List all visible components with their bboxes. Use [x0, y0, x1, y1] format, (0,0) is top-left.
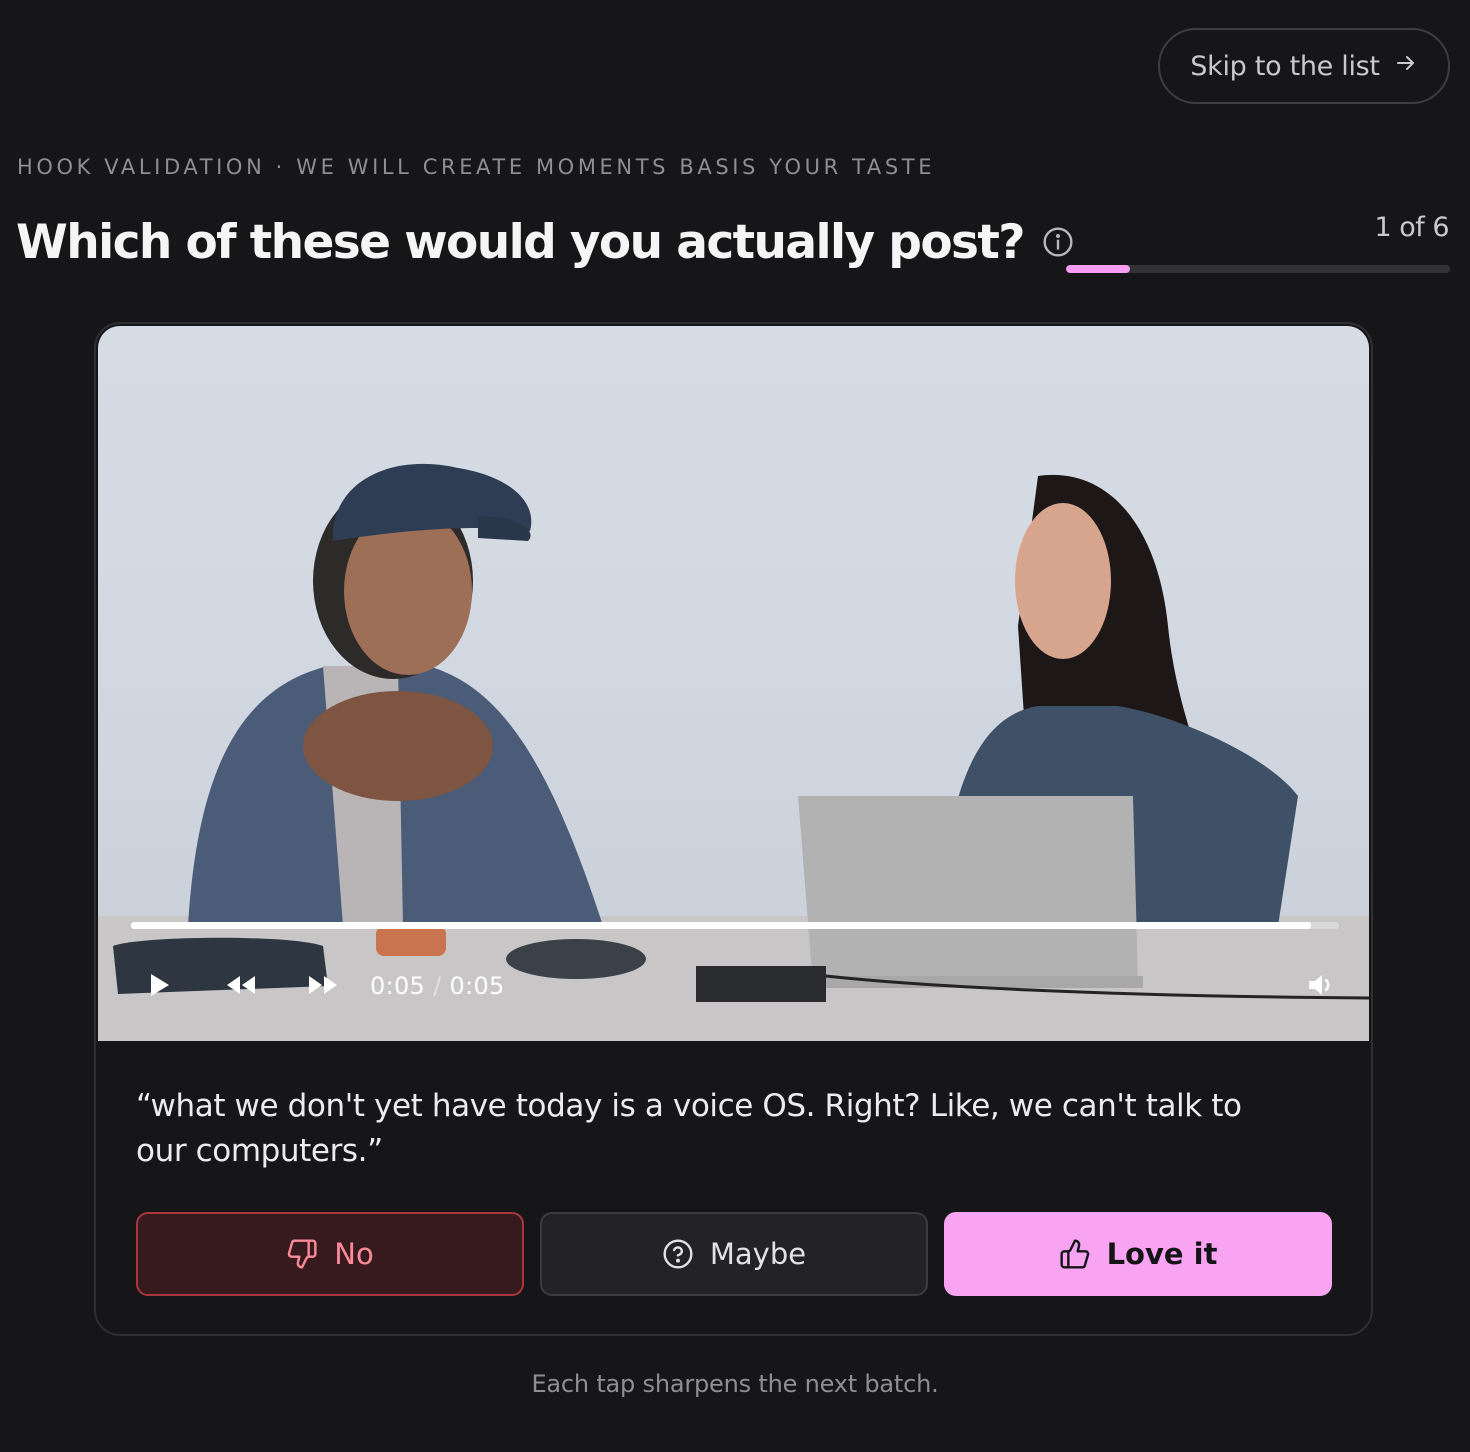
fast-forward-icon[interactable] — [306, 970, 340, 1000]
love-it-label: Love it — [1106, 1237, 1218, 1271]
scrub-bar[interactable] — [131, 922, 1339, 929]
maybe-label: Maybe — [709, 1237, 807, 1271]
time-display: 0:05 / 0:05 — [370, 972, 505, 1000]
love-it-button[interactable]: Love it — [944, 1212, 1332, 1296]
current-time: 0:05 — [370, 972, 426, 1000]
thumbs-up-icon — [1059, 1238, 1091, 1270]
no-button[interactable]: No — [136, 1212, 524, 1296]
clip-quote: “what we don't yet have today is a voice… — [136, 1088, 1242, 1169]
rewind-icon[interactable] — [224, 970, 258, 1000]
eyebrow-label: HOOK VALIDATION · WE WILL CREATE MOMENTS… — [17, 155, 936, 179]
no-label: No — [334, 1237, 374, 1271]
skip-to-list-button[interactable]: Skip to the list — [1158, 28, 1450, 104]
maybe-button[interactable]: Maybe — [540, 1212, 928, 1296]
scrub-bar-fill — [131, 922, 1312, 929]
page-title: Which of these would you actually post? — [16, 214, 1026, 270]
volume-icon[interactable] — [1304, 970, 1338, 1000]
question-circle-icon — [662, 1238, 694, 1270]
skip-label: Skip to the list — [1190, 50, 1380, 82]
arrow-right-icon — [1394, 51, 1418, 82]
time-separator: / — [433, 972, 442, 1000]
hook-validation-page: Skip to the list HOOK VALIDATION · WE WI… — [0, 0, 1470, 1452]
info-icon[interactable] — [1042, 226, 1074, 258]
progress-bar-fill — [1066, 265, 1131, 273]
progress-bar — [1066, 265, 1450, 273]
footer-note: Each tap sharpens the next batch. — [531, 1370, 939, 1398]
progress-label: 1 of 6 — [1374, 212, 1449, 243]
duration: 0:05 — [449, 972, 505, 1000]
thumbs-down-icon — [286, 1238, 318, 1270]
clip-card: 0:05 / 0:05 “what we don't yet have toda… — [94, 322, 1373, 1336]
video-frame — [98, 463, 1369, 1041]
play-icon[interactable] — [146, 970, 174, 1000]
title-row: Which of these would you actually post? — [16, 210, 1074, 274]
video-player[interactable]: 0:05 / 0:05 — [98, 326, 1369, 1041]
